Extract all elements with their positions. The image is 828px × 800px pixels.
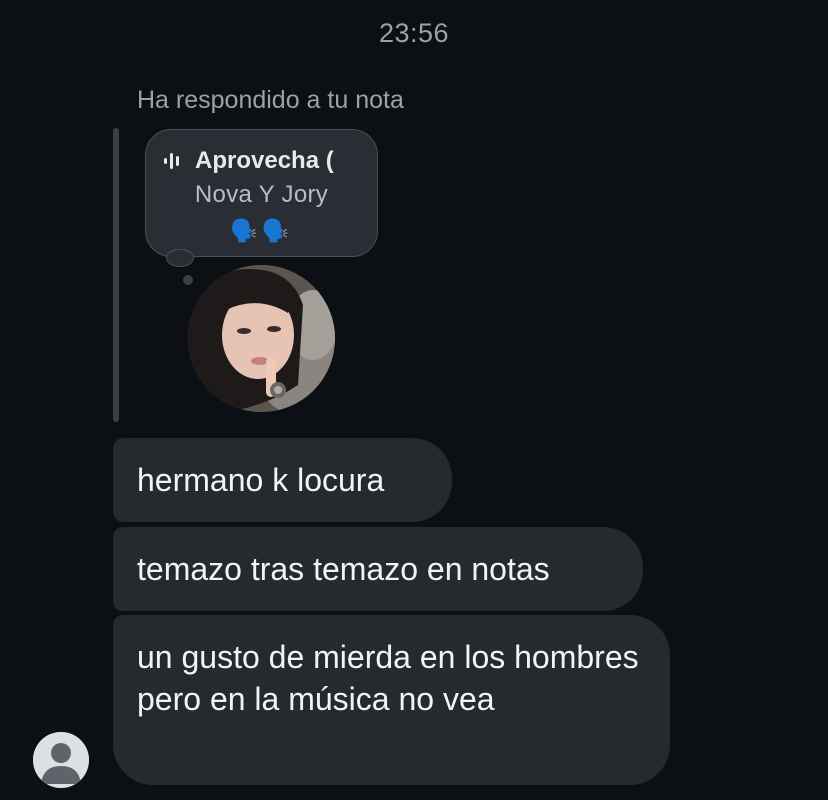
message-text: hermano k locura xyxy=(137,462,385,498)
thought-bubble-dot xyxy=(183,275,193,285)
profile-photo-image xyxy=(188,265,335,412)
note-author-photo[interactable] xyxy=(188,265,335,412)
message-text: temazo tras temazo en notas xyxy=(137,551,550,587)
reply-quote-bar xyxy=(113,128,119,422)
music-note-bubble[interactable]: Aprovecha ( Nova Y Jory 🗣️🗣️ xyxy=(145,129,378,257)
sender-avatar[interactable] xyxy=(33,732,89,788)
note-reply-label: Ha respondido a tu nota xyxy=(137,86,404,114)
message-bubble[interactable]: temazo tras temazo en notas xyxy=(113,527,643,611)
message-text: un gusto de mierda en los hombres pero e… xyxy=(137,639,639,717)
note-song-title: Aprovecha ( xyxy=(195,147,334,174)
default-avatar-icon xyxy=(33,732,89,788)
audio-wave-icon xyxy=(164,153,179,169)
note-title-row: Aprovecha ( xyxy=(163,147,334,175)
message-bubble[interactable]: un gusto de mierda en los hombres pero e… xyxy=(113,615,670,785)
thought-bubble-tail xyxy=(166,249,194,267)
dm-conversation: 23:56 Ha respondido a tu nota Aprovecha … xyxy=(0,0,828,800)
message-timestamp: 23:56 xyxy=(378,18,450,48)
note-artist: Nova Y Jory xyxy=(194,181,329,208)
note-emoji: 🗣️🗣️ xyxy=(230,218,293,243)
message-bubble[interactable]: hermano k locura xyxy=(113,438,452,522)
